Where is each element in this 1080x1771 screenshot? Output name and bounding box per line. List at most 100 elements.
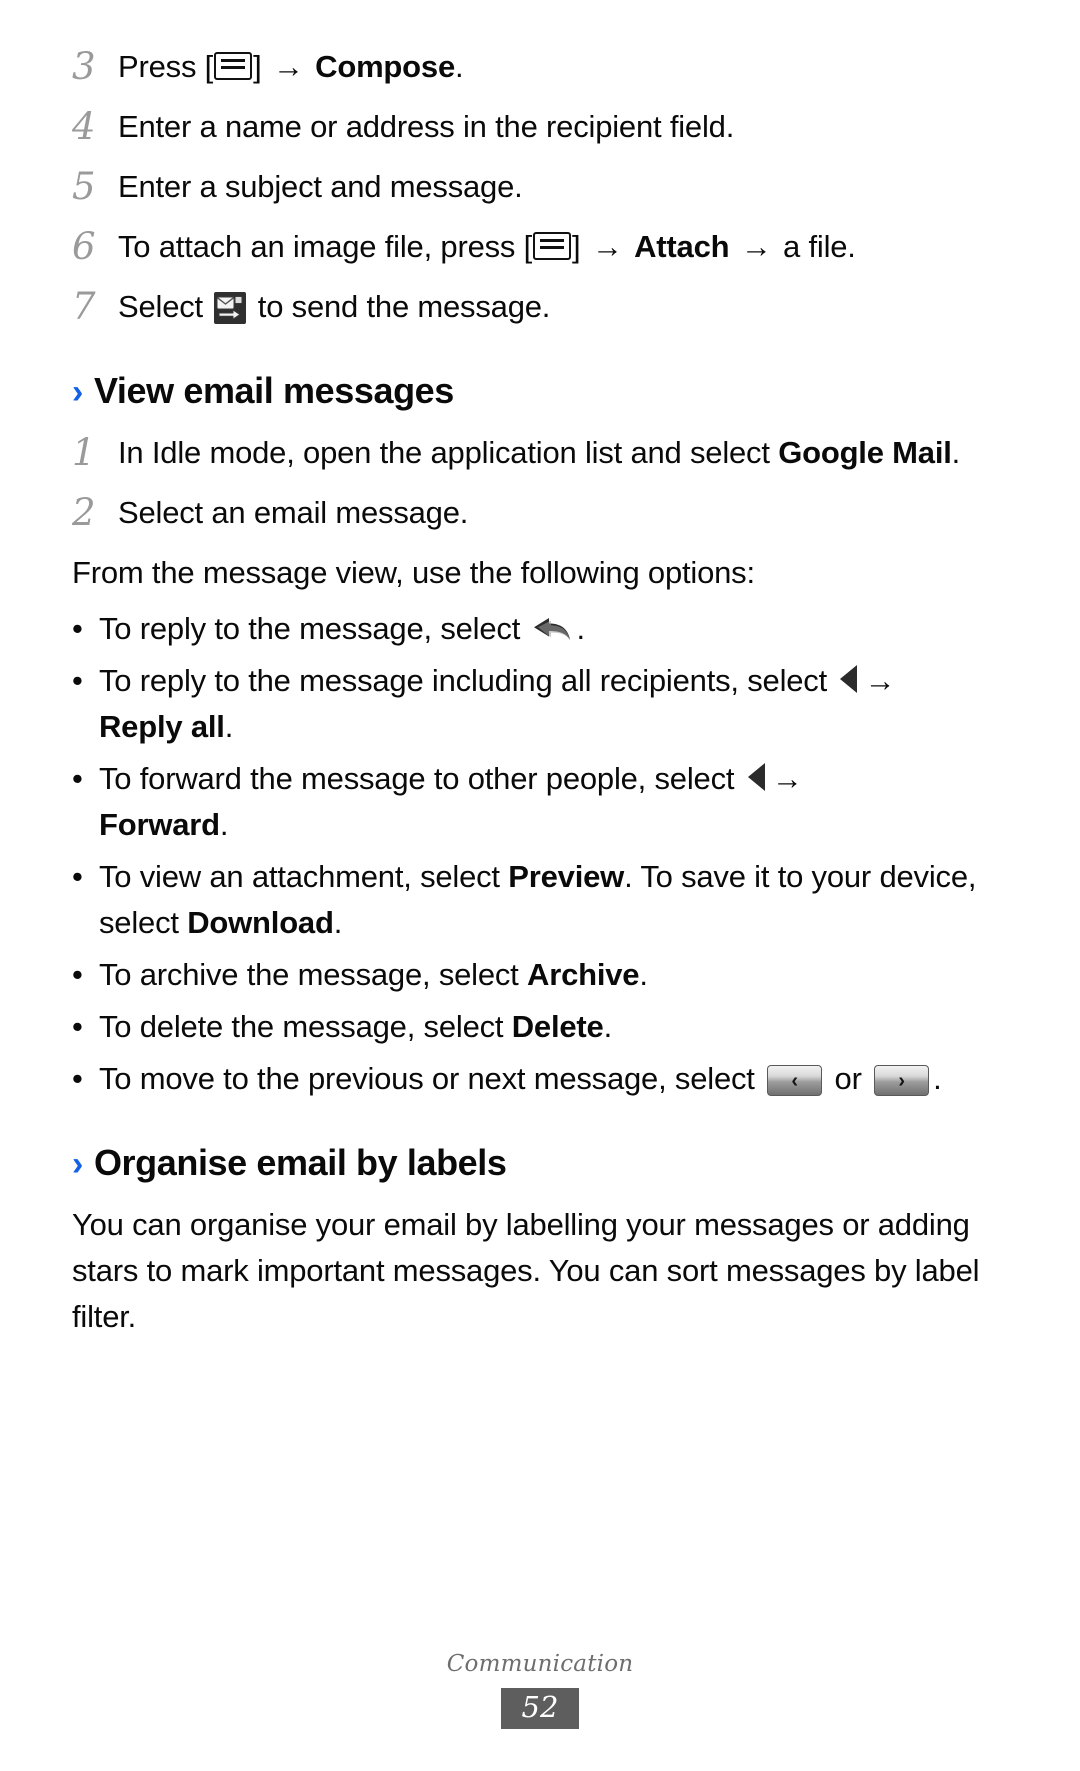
options-intro-text: From the message view, use the following… xyxy=(72,555,755,590)
step-bold-term: Compose xyxy=(315,49,455,84)
bullet-text-between: or xyxy=(826,1061,871,1096)
manual-page: 3 Press [] → Compose. 4 Enter a name or … xyxy=(0,0,1080,1771)
arrow-glyph: → xyxy=(591,229,623,264)
step-text-tail: to send the message. xyxy=(249,289,551,324)
step-body: Select to send the message. xyxy=(118,284,1008,330)
bullet-body: To view an attachment, select Preview. T… xyxy=(99,854,1008,946)
bullet-reply: • To reply to the message, select . xyxy=(72,606,1008,652)
step-text-pre: To attach an image file, press [ xyxy=(118,229,533,264)
step-5: 5 Enter a subject and message. xyxy=(72,164,1008,210)
chevron-right-icon: › xyxy=(72,373,83,411)
bullet-text-tail: . xyxy=(576,611,586,646)
chevron-right-icon: › xyxy=(72,1145,83,1183)
step-body: Select an email message. xyxy=(118,495,469,530)
step-bold-term: Google Mail xyxy=(778,435,952,470)
bullet-text-pre: To forward the message to other people, … xyxy=(99,761,743,796)
heading-label: View email messages xyxy=(93,370,454,411)
bullet-body: To archive the message, select Archive. xyxy=(99,952,1008,998)
bullet-bold-term: Delete xyxy=(511,1009,604,1044)
page-number-badge: 52 xyxy=(501,1687,579,1729)
step-number: 4 xyxy=(72,105,96,148)
chevron-right-glyph: › xyxy=(898,1069,905,1092)
previous-message-button-icon: ‹ xyxy=(767,1065,823,1096)
chapter-name: Communication xyxy=(446,1650,634,1677)
bullet-archive: • To archive the message, select Archive… xyxy=(72,952,1008,998)
step-number: 3 xyxy=(72,45,96,88)
step-number: 2 xyxy=(72,491,96,534)
arrow-glyph: → xyxy=(771,761,803,796)
heading-organise-email-by-labels: › Organise email by labels xyxy=(72,1142,1008,1184)
bullet-bold-term: Reply all xyxy=(99,709,225,744)
bullet-bold-term: Preview xyxy=(508,859,625,894)
bullet-marker: • xyxy=(72,957,83,992)
step-text-tail: a file. xyxy=(774,229,856,264)
bullet-text-pre: To reply to the message, select xyxy=(99,611,529,646)
bullet-text-tail: . xyxy=(224,709,234,744)
menu-key-icon xyxy=(533,232,572,260)
bullet-text-tail: . xyxy=(603,1009,613,1044)
numbered-steps-view: 1 In Idle mode, open the application lis… xyxy=(72,430,1008,536)
step-body: In Idle mode, open the application list … xyxy=(118,430,1008,476)
step-text-tail: . xyxy=(454,49,464,84)
triangle-left-icon xyxy=(840,665,858,693)
step-4: 4 Enter a name or address in the recipie… xyxy=(72,104,1008,150)
bullet-body: To delete the message, select Delete. xyxy=(99,1004,1008,1050)
arrow-glyph: → xyxy=(272,49,304,84)
step-number: 1 xyxy=(72,431,96,474)
bullet-bold-term: Archive xyxy=(527,957,640,992)
bullet-text-tail: . xyxy=(933,1061,942,1096)
page-footer: Communication 52 xyxy=(0,1651,1080,1729)
arrow-glyph: → xyxy=(864,663,896,698)
numbered-steps-top: 3 Press [] → Compose. 4 Enter a name or … xyxy=(72,44,1008,330)
step-text-tail: . xyxy=(951,435,961,470)
bullet-marker: • xyxy=(72,761,83,796)
bullet-marker: • xyxy=(72,1061,83,1096)
bullet-forward: • To forward the message to other people… xyxy=(72,756,1008,848)
step-7: 7 Select to send the message. xyxy=(72,284,1008,330)
bullet-delete: • To delete the message, select Delete. xyxy=(72,1004,1008,1050)
bullet-text-pre: To reply to the message including all re… xyxy=(99,663,836,698)
bullet-text-pre: To move to the previous or next message,… xyxy=(99,1061,764,1096)
step-body: Press [] → Compose. xyxy=(118,44,1008,90)
chevron-left-glyph: ‹ xyxy=(791,1069,798,1092)
step-body: To attach an image file, press [] → Atta… xyxy=(118,224,1008,270)
step-text-pre: Select xyxy=(118,289,212,324)
heading-label: Organise email by labels xyxy=(93,1142,507,1183)
triangle-left-icon xyxy=(747,763,765,791)
bullet-body: To forward the message to other people, … xyxy=(99,756,1008,848)
step-text-pre: Press [ xyxy=(118,49,214,84)
step-body: Enter a subject and message. xyxy=(118,169,523,204)
step-1: 1 In Idle mode, open the application lis… xyxy=(72,430,1008,476)
bullet-marker: • xyxy=(72,663,83,698)
bullet-text-tail: . xyxy=(333,905,343,940)
step-2: 2 Select an email message. xyxy=(72,490,1008,536)
send-message-icon xyxy=(214,292,247,324)
bullet-reply-all: • To reply to the message including all … xyxy=(72,658,1008,750)
bullet-text-pre: To archive the message, select xyxy=(99,957,528,992)
bullet-bold-term-2: Download xyxy=(187,905,334,940)
step-number: 7 xyxy=(72,285,96,328)
bullet-text-tail: . xyxy=(639,957,648,992)
step-text-postkey: ] xyxy=(572,229,589,264)
reply-icon xyxy=(532,611,574,641)
bullet-marker: • xyxy=(72,1009,83,1044)
bullet-marker: • xyxy=(72,859,83,894)
step-text-pre: In Idle mode, open the application list … xyxy=(118,435,779,470)
step-3: 3 Press [] → Compose. xyxy=(72,44,1008,90)
step-number: 5 xyxy=(72,165,96,208)
bullet-body: To reply to the message including all re… xyxy=(99,658,1008,750)
step-6: 6 To attach an image file, press [] → At… xyxy=(72,224,1008,270)
organise-paragraph: You can organise your email by labelling… xyxy=(72,1207,980,1334)
bullet-preview-download: • To view an attachment, select Preview.… xyxy=(72,854,1008,946)
bullet-body: To move to the previous or next message,… xyxy=(99,1056,1008,1102)
arrow-glyph-2: → xyxy=(740,229,772,264)
bullet-text-tail: . xyxy=(219,807,229,842)
bullet-text-pre: To delete the message, select xyxy=(99,1009,512,1044)
step-text-postkey: ] xyxy=(253,49,270,84)
bullet-text-pre: To view an attachment, select xyxy=(99,859,509,894)
heading-view-email-messages: › View email messages xyxy=(72,370,1008,412)
next-message-button-icon: › xyxy=(874,1065,930,1096)
menu-key-icon xyxy=(214,52,253,80)
options-bullet-list: • To reply to the message, select . • To… xyxy=(72,606,1008,1102)
bullet-bold-term: Forward xyxy=(99,807,220,842)
